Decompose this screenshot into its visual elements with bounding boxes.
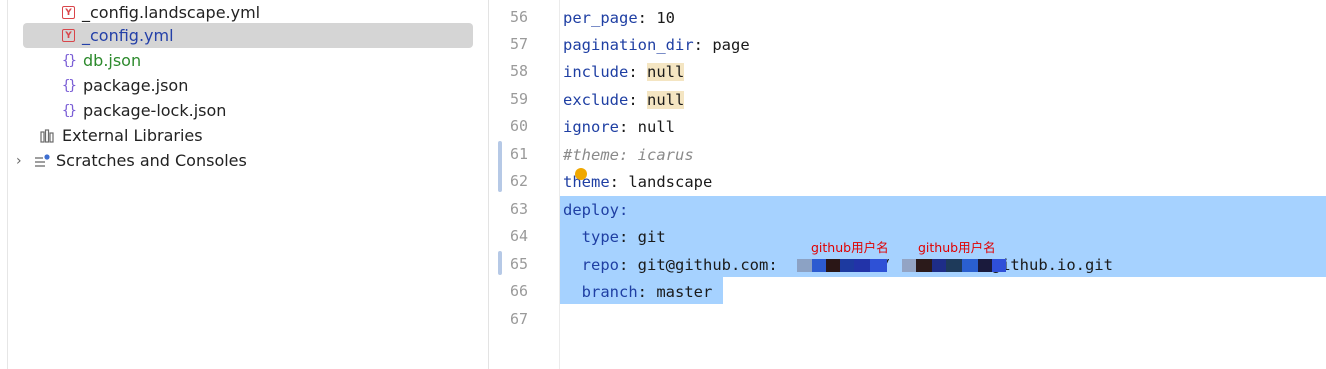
yaml-key: branch <box>563 282 638 301</box>
yaml-key: exclude <box>563 90 629 109</box>
project-tree-panel: Y _config.landscape.yml Y _config.yml {}… <box>0 0 488 369</box>
yaml-file-icon: Y <box>62 29 75 42</box>
redaction-blur <box>797 259 887 272</box>
colon: : <box>609 172 629 191</box>
tree-item-label: package-lock.json <box>83 101 227 120</box>
line-number: 60 <box>509 117 528 135</box>
yaml-key: ignore <box>563 117 619 136</box>
tree-item-config-yml[interactable]: Y _config.yml <box>23 23 473 48</box>
tree-item-label: package.json <box>83 76 189 95</box>
code-line[interactable]: per_page: 10 <box>563 4 675 31</box>
code-line[interactable]: exclude: null <box>563 86 685 113</box>
yaml-value: git <box>637 227 666 246</box>
yaml-key: deploy <box>563 200 619 219</box>
colon: : <box>628 90 647 109</box>
tree-item-label: _config.landscape.yml <box>82 3 261 22</box>
code-line[interactable]: include: null <box>563 58 685 85</box>
colon: : <box>628 62 647 81</box>
code-line[interactable]: #theme: icarus <box>563 141 694 168</box>
tree-item-label: Scratches and Consoles <box>56 151 247 170</box>
yaml-value: page <box>712 35 750 54</box>
yaml-key: pagination_dir <box>563 35 694 54</box>
yaml-key: type <box>563 227 619 246</box>
tree-item-package-lock-json[interactable]: {} package-lock.json <box>62 98 226 123</box>
line-number: 57 <box>509 35 528 53</box>
code-line[interactable]: ignore: null <box>563 113 675 140</box>
library-icon <box>40 128 54 143</box>
line-number: 61 <box>509 145 528 163</box>
json-file-icon: {} <box>62 52 77 69</box>
yaml-comment: #theme: icarus <box>563 145 694 164</box>
yaml-value: git@github.com: <box>637 255 778 274</box>
yaml-key: per_page <box>563 8 638 27</box>
tree-item-external-libraries[interactable]: External Libraries <box>40 123 203 148</box>
tree-item-label: _config.yml <box>82 26 174 45</box>
annotation-label: github用户名 <box>918 240 996 255</box>
vcs-change-marker[interactable] <box>498 141 502 192</box>
yaml-value: master <box>656 282 713 301</box>
colon: : <box>637 282 657 301</box>
line-number: 67 <box>509 310 528 328</box>
tree-item-db-json[interactable]: {} db.json <box>62 48 141 73</box>
yaml-value: null <box>637 117 675 136</box>
panel-edge <box>7 0 8 369</box>
yaml-key: repo <box>563 255 619 274</box>
intention-bulb-icon[interactable] <box>575 168 587 180</box>
tree-item-package-json[interactable]: {} package.json <box>62 73 188 98</box>
code-line[interactable]: branch: master <box>563 278 713 305</box>
line-number: 56 <box>509 8 528 26</box>
line-number: 64 <box>509 227 528 245</box>
tree-item-label: db.json <box>83 51 142 70</box>
yaml-key: include <box>563 62 629 81</box>
json-file-icon: {} <box>62 77 77 94</box>
annotation-label: github用户名 <box>811 240 889 255</box>
line-number: 59 <box>509 90 528 108</box>
tree-item-label: External Libraries <box>62 126 203 145</box>
tree-item-config-landscape[interactable]: Y _config.landscape.yml <box>62 0 472 25</box>
code-line[interactable]: deploy: <box>563 196 628 223</box>
colon: : <box>619 200 629 219</box>
colon: : <box>619 255 638 274</box>
yaml-value: landscape <box>628 172 713 191</box>
colon: : <box>619 227 638 246</box>
line-number: 63 <box>509 200 528 218</box>
redaction-blur <box>902 259 1006 272</box>
code-line[interactable]: pagination_dir: page <box>563 31 750 58</box>
line-number: 65 <box>509 255 528 273</box>
line-number: 66 <box>509 282 528 300</box>
yaml-value: 10 <box>656 8 675 27</box>
colon: : <box>693 35 713 54</box>
scratches-icon <box>35 153 50 167</box>
line-number: 62 <box>509 172 528 190</box>
colon: : <box>637 8 657 27</box>
colon: : <box>619 117 638 136</box>
code-line[interactable]: type: git <box>563 223 666 250</box>
chevron-right-icon[interactable]: › <box>16 153 26 169</box>
yaml-value-highlighted: null <box>647 90 685 109</box>
line-number: 58 <box>509 62 528 80</box>
yaml-value-highlighted: null <box>647 62 685 81</box>
gutter-border <box>559 0 560 369</box>
json-file-icon: {} <box>62 102 77 119</box>
tree-item-scratches[interactable]: › Scratches and Consoles <box>16 148 247 173</box>
yaml-file-icon: Y <box>62 6 75 19</box>
vcs-change-marker[interactable] <box>498 251 502 275</box>
